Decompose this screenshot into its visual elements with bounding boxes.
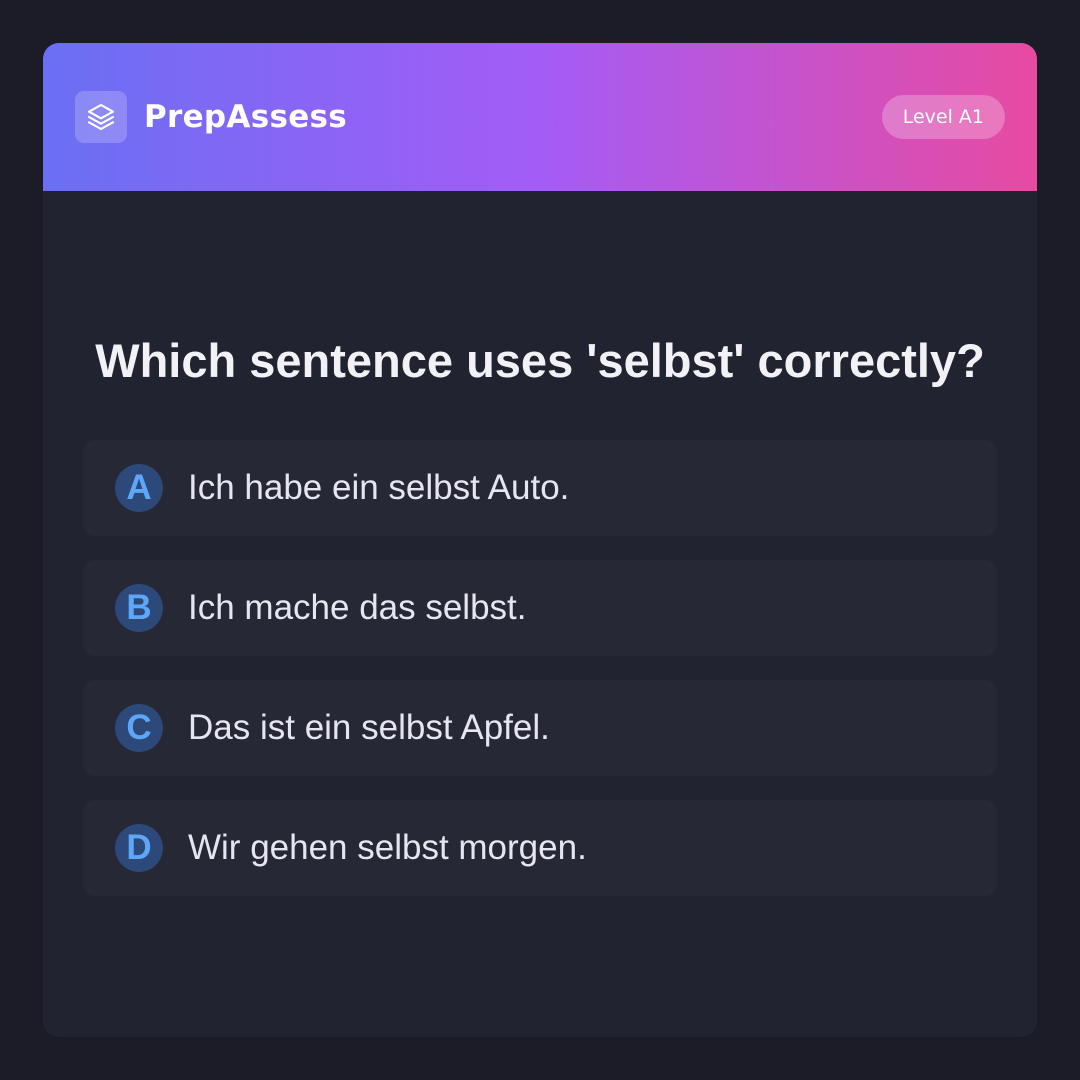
layers-icon	[87, 103, 115, 131]
option-letter-badge: A	[115, 464, 163, 512]
option-text: Das ist ein selbst Apfel.	[188, 708, 550, 747]
answer-option-c[interactable]: C Das ist ein selbst Apfel.	[83, 680, 997, 776]
option-letter-badge: D	[115, 824, 163, 872]
option-letter-badge: B	[115, 584, 163, 632]
answer-option-a[interactable]: A Ich habe ein selbst Auto.	[83, 440, 997, 536]
quiz-card: PrepAssess Level A1 Which sentence uses …	[43, 43, 1037, 1037]
quiz-header: PrepAssess Level A1	[43, 43, 1037, 191]
brand-name: PrepAssess	[144, 99, 348, 135]
question-text: Which sentence uses 'selbst' correctly?	[95, 334, 985, 387]
option-letter-badge: C	[115, 704, 163, 752]
level-badge: Level A1	[881, 95, 1005, 139]
option-text: Ich mache das selbst.	[188, 588, 527, 627]
answer-options: A Ich habe ein selbst Auto. B Ich mache …	[83, 440, 997, 920]
option-text: Ich habe ein selbst Auto.	[188, 468, 570, 507]
logo	[75, 91, 127, 143]
answer-option-b[interactable]: B Ich mache das selbst.	[83, 560, 997, 656]
answer-option-d[interactable]: D Wir gehen selbst morgen.	[83, 800, 997, 896]
option-text: Wir gehen selbst morgen.	[188, 828, 587, 867]
